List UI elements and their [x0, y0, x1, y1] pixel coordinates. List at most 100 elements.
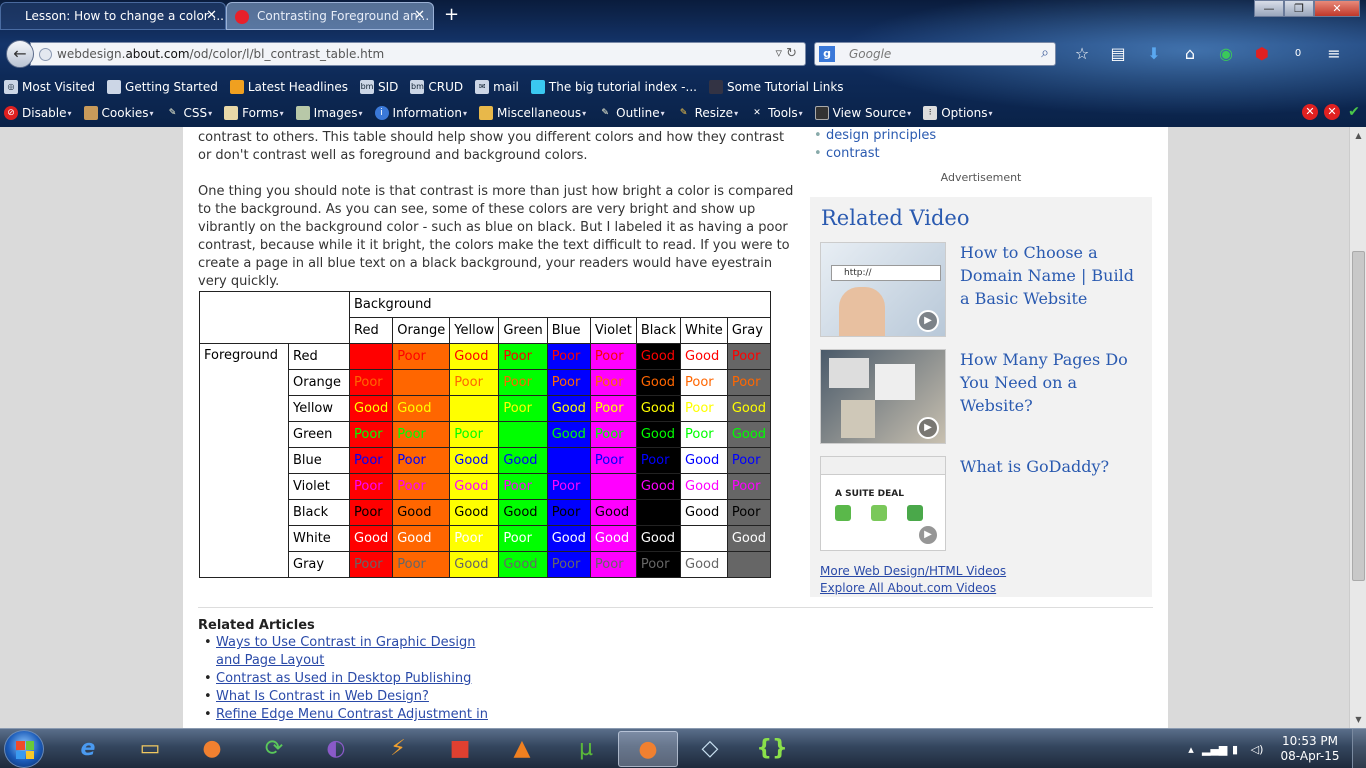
eclipse-icon[interactable]: ◐: [306, 731, 366, 767]
video-thumbnail[interactable]: http:// ▶: [820, 242, 946, 337]
bookmark-mail[interactable]: ✉ mail: [471, 76, 519, 98]
close-tab-icon[interactable]: ✕: [206, 8, 217, 23]
cookie-icon: [83, 106, 98, 120]
ie-icon[interactable]: e: [58, 731, 118, 767]
dev-forms[interactable]: Forms ▾: [220, 102, 284, 124]
start-button[interactable]: [4, 730, 44, 768]
battery-icon[interactable]: ▮: [1224, 743, 1246, 756]
explorer-icon[interactable]: ▭: [120, 731, 180, 767]
scrollbar-thumb[interactable]: [1352, 251, 1365, 581]
search-input[interactable]: g Google ⌕: [814, 42, 1056, 66]
play-icon[interactable]: ▶: [917, 417, 939, 439]
vertical-scrollbar[interactable]: ▲ ▼: [1349, 127, 1366, 728]
video-thumbnail[interactable]: A SUITE DEAL ▶: [820, 456, 946, 551]
bookmark-label: mail: [493, 80, 519, 94]
more-videos-link[interactable]: More Web Design/HTML Videos: [820, 563, 1006, 580]
bookmark-crud[interactable]: bm CRUD: [406, 76, 463, 98]
contrast-cell: [635, 499, 682, 526]
dev-tools[interactable]: ✕ Tools ▾: [746, 102, 802, 124]
play-icon[interactable]: ▶: [917, 524, 939, 546]
related-article-link[interactable]: Ways to Use Contrast in Graphic Design a…: [216, 635, 476, 668]
close-tab-icon[interactable]: ✕: [414, 8, 425, 23]
bookmark-tutorial-index[interactable]: The big tutorial index -...: [527, 76, 697, 98]
bookmark-latest-headlines[interactable]: Latest Headlines: [226, 76, 348, 98]
bookmark-sid[interactable]: bm SID: [356, 76, 398, 98]
notepad-icon[interactable]: ◇: [680, 731, 740, 767]
dev-cookies[interactable]: Cookies ▾: [80, 102, 154, 124]
bookmark-tutorial-links[interactable]: Some Tutorial Links: [705, 76, 844, 98]
scroll-down-icon[interactable]: ▼: [1350, 711, 1366, 728]
error-icon[interactable]: ✕: [1302, 104, 1318, 120]
sidebar-link[interactable]: design principles: [810, 127, 936, 145]
background-header: Background: [348, 291, 772, 318]
dev-disable[interactable]: ⊘ Disable ▾: [0, 102, 72, 124]
new-tab-button[interactable]: +: [444, 4, 459, 25]
clock[interactable]: 10:53 PM 08-Apr-15: [1274, 734, 1346, 764]
bookmark-getting-started[interactable]: Getting Started: [103, 76, 218, 98]
contrast-cell: [449, 395, 500, 422]
explore-videos-link[interactable]: Explore All About.com Videos: [820, 580, 1006, 597]
bookmark-most-visited[interactable]: ◎ Most Visited: [0, 76, 95, 98]
firefox-icon[interactable]: ●: [182, 731, 242, 767]
volume-icon[interactable]: ◁): [1246, 743, 1268, 756]
sidebar-link[interactable]: contrast: [810, 145, 936, 163]
adblock-icon[interactable]: ⬢: [1244, 42, 1280, 66]
maximize-button[interactable]: ❐: [1284, 0, 1314, 17]
dev-miscellaneous[interactable]: Miscellaneous ▾: [475, 102, 586, 124]
related-article-link[interactable]: What Is Contrast in Web Design?: [216, 689, 429, 704]
contrast-cell: Poor: [680, 395, 728, 422]
tray-expand-icon[interactable]: ▴: [1180, 743, 1202, 756]
table-row: Foreground Red Poor Good Poor Poor Poor Good Goo…: [199, 343, 772, 578]
dev-resize[interactable]: ✎ Resize ▾: [673, 102, 738, 124]
dev-outline[interactable]: ✎ Outline ▾: [594, 102, 664, 124]
search-icon[interactable]: ⌕: [1041, 45, 1049, 61]
contrast-cell: Poor: [726, 499, 772, 526]
check-icon[interactable]: ✔: [1346, 104, 1362, 120]
related-article-link[interactable]: Contrast as Used in Desktop Publishing: [216, 671, 471, 686]
related-article-link[interactable]: Refine Edge Menu Contrast Adjustment in: [216, 707, 488, 722]
utorrent-icon[interactable]: µ: [556, 731, 616, 767]
dev-images[interactable]: Images ▾: [292, 102, 363, 124]
extension-icon[interactable]: ◉: [1208, 42, 1244, 66]
bookmark-star-icon[interactable]: ☆: [1064, 42, 1100, 66]
tab-lesson[interactable]: Lesson: How to change a color ... ✕: [0, 2, 226, 30]
menu-icon[interactable]: ≡: [1316, 42, 1352, 66]
contrast-cell: Poor: [348, 421, 394, 448]
tab-contrasting[interactable]: Contrasting Foreground an... ✕: [226, 2, 434, 30]
vlc-icon[interactable]: ▲: [492, 731, 552, 767]
scroll-up-icon[interactable]: ▲: [1350, 127, 1366, 144]
thumb-page-image: [829, 358, 869, 388]
download-icon[interactable]: ⬇: [1136, 42, 1172, 66]
dev-css[interactable]: ✎ CSS ▾: [162, 102, 212, 124]
url-bar[interactable]: webdesign.about.com/od/color/l/bl_contra…: [30, 42, 806, 66]
brackets-icon[interactable]: {}: [742, 731, 802, 767]
thumb-page-image: [841, 400, 875, 438]
dev-label: Outline: [616, 106, 660, 120]
home-icon[interactable]: ⌂: [1172, 42, 1208, 66]
dev-options[interactable]: ⁝ Options ▾: [919, 102, 993, 124]
video-title-link[interactable]: How to Choose a Domain Name | Build a Ba…: [960, 241, 1148, 310]
minimize-button[interactable]: —: [1254, 0, 1284, 17]
back-button[interactable]: ←: [6, 40, 34, 68]
firefox-active-icon[interactable]: ●: [618, 731, 678, 767]
close-window-button[interactable]: ✕: [1314, 0, 1360, 17]
video-title-link[interactable]: How Many Pages Do You Need on a Website?: [960, 348, 1148, 417]
dev-view-source[interactable]: View Source ▾: [811, 102, 911, 124]
bookmark-icon: bm: [410, 80, 425, 94]
sync-icon[interactable]: ⟳: [244, 731, 304, 767]
hand-image: [839, 287, 885, 336]
bookmarks-list-icon[interactable]: ▤: [1100, 42, 1136, 66]
show-desktop-button[interactable]: [1352, 729, 1366, 768]
counter-icon[interactable]: 0: [1280, 42, 1316, 66]
related-video-box: Related Video http:// ▶ How to Choose a …: [810, 197, 1152, 597]
signal-icon[interactable]: ▂▄▆: [1202, 743, 1227, 756]
browser-chrome: Lesson: How to change a color ... ✕ Cont…: [0, 0, 1366, 127]
reload-icon[interactable]: ▿ ↻: [775, 46, 797, 61]
app-icon[interactable]: ⚡: [368, 731, 428, 767]
office-icon[interactable]: ■: [430, 731, 490, 767]
error-icon[interactable]: ✕: [1324, 104, 1340, 120]
dev-information[interactable]: i Information ▾: [371, 102, 467, 124]
video-thumbnail[interactable]: ▶: [820, 349, 946, 444]
video-title-link[interactable]: What is GoDaddy?: [960, 455, 1148, 478]
play-icon[interactable]: ▶: [917, 310, 939, 332]
